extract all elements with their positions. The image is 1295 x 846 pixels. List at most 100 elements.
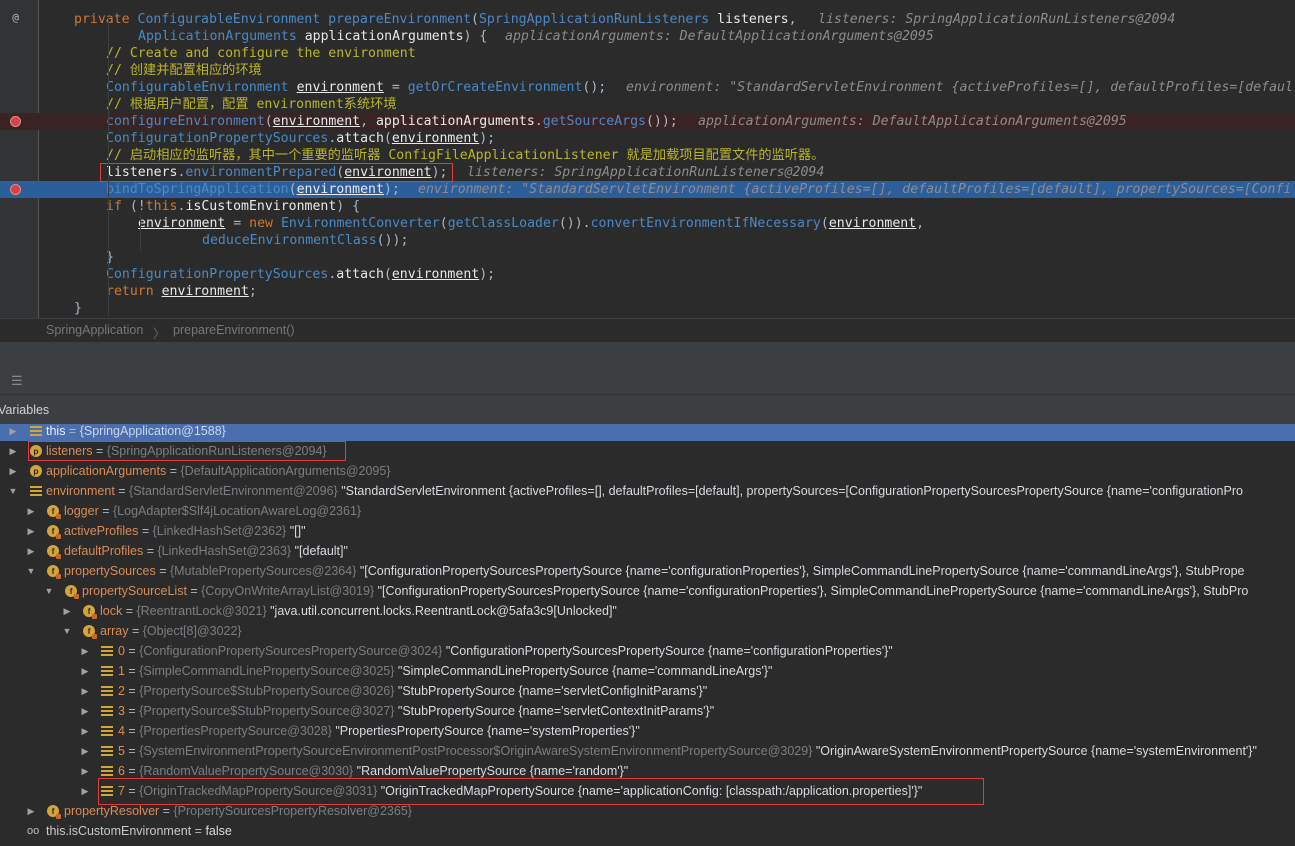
- breadcrumb-class[interactable]: SpringApplication: [46, 323, 143, 337]
- collapse-arrow-icon[interactable]: ▼: [44, 581, 54, 601]
- variable-row[interactable]: ▼ f propertySources = {MutablePropertySo…: [0, 561, 1295, 581]
- variable-type: {SystemEnvironmentPropertySourceEnvironm…: [139, 744, 813, 758]
- code-line: return environment;: [0, 283, 1295, 300]
- expand-arrow-icon[interactable]: ▶: [8, 424, 18, 441]
- code-text: ConfigurableEnvironment environment = ge…: [106, 80, 607, 95]
- array-element-row[interactable]: ▶ 7 = {OriginTrackedMapPropertySource@30…: [0, 778, 1295, 805]
- watch-row[interactable]: oo this.isCustomEnvironment = false: [0, 821, 1295, 841]
- code-comment: // 根据用户配置，配置 environment系统环境: [106, 97, 397, 112]
- variable-row[interactable]: ▶ f logger = {LogAdapter$Slf4jLocationAw…: [0, 501, 1295, 521]
- indent-guide: [108, 17, 109, 317]
- code-comment: // Create and configure the environment: [106, 46, 416, 61]
- code-line: ApplicationArguments applicationArgument…: [0, 28, 1295, 45]
- code-text: ConfigurationPropertySources.attach(envi…: [106, 267, 496, 282]
- expand-arrow-icon[interactable]: ▶: [26, 501, 36, 521]
- code-line: }: [0, 249, 1295, 266]
- parameter-icon: p: [30, 465, 42, 477]
- variable-name: environment: [46, 484, 115, 498]
- variable-row[interactable]: ▼ f array = {Object[8]@3022}: [0, 621, 1295, 641]
- field-list-icon: [30, 425, 42, 437]
- variable-row[interactable]: ▶ f propertyResolver = {PropertySourcesP…: [0, 801, 1295, 821]
- code-line: deduceEnvironmentClass());: [0, 232, 1295, 249]
- expand-arrow-icon[interactable]: ▶: [80, 701, 90, 721]
- code-text: configureEnvironment(environment, applic…: [106, 114, 678, 129]
- variable-row[interactable]: ▶ f activeProfiles = {LinkedHashSet@2362…: [0, 521, 1295, 541]
- variable-row[interactable]: ▶ f defaultProfiles = {LinkedHashSet@236…: [0, 541, 1295, 561]
- variable-row[interactable]: ▼ f propertySourceList = {CopyOnWriteArr…: [0, 581, 1295, 601]
- expand-arrow-icon[interactable]: ▶: [80, 721, 90, 741]
- override-marker-icon: @: [12, 11, 19, 24]
- variable-name: applicationArguments: [46, 464, 167, 478]
- variable-name: propertySourceList: [82, 584, 187, 598]
- variable-value: "[default]": [294, 544, 348, 558]
- collapse-arrow-icon[interactable]: ▼: [8, 481, 18, 501]
- variable-value: "java.util.concurrent.locks.ReentrantLoc…: [270, 604, 617, 618]
- field-list-icon: [101, 745, 113, 757]
- code-text: deduceEnvironmentClass());: [202, 233, 409, 248]
- breadcrumb-method[interactable]: prepareEnvironment(): [173, 323, 295, 337]
- variable-row[interactable]: ▶ p applicationArguments = {DefaultAppli…: [0, 461, 1295, 481]
- expand-arrow-icon[interactable]: ▶: [26, 521, 36, 541]
- code-line: @ private ConfigurableEnvironment prepar…: [0, 11, 1295, 28]
- variable-name: 4: [118, 724, 125, 738]
- expand-arrow-icon[interactable]: ▶: [26, 801, 36, 821]
- expand-arrow-icon[interactable]: ▶: [62, 601, 72, 621]
- code-line: // 创建并配置相应的环境: [0, 62, 1295, 79]
- array-element-row[interactable]: ▶ 5 = {SystemEnvironmentPropertySourceEn…: [0, 741, 1295, 761]
- variable-name: 2: [118, 684, 125, 698]
- variable-name: lock: [100, 604, 123, 618]
- variable-name: this: [46, 424, 66, 438]
- field-icon: f: [83, 625, 97, 639]
- variable-row[interactable]: ▶ p listeners = {SpringApplicationRunLis…: [0, 441, 1295, 461]
- variable-name: 0: [118, 644, 125, 658]
- expand-arrow-icon[interactable]: ▶: [80, 741, 90, 761]
- variable-name: 6: [118, 764, 125, 778]
- field-icon: f: [83, 605, 97, 619]
- variable-type: {PropertySource$StubPropertySource@3026}: [139, 684, 395, 698]
- indent-guide: [140, 215, 141, 251]
- code-line: // 根据用户配置，配置 environment系统环境: [0, 96, 1295, 113]
- highlight-box: [100, 163, 453, 182]
- code-line: ConfigurableEnvironment environment = ge…: [0, 79, 1295, 96]
- variable-name: propertySources: [64, 564, 156, 578]
- field-list-icon: [30, 485, 42, 497]
- array-element-row[interactable]: ▶ 2 = {PropertySource$StubPropertySource…: [0, 681, 1295, 701]
- variable-row[interactable]: ▶ this = {SpringApplication@1588}: [0, 424, 1295, 441]
- variable-name: logger: [64, 504, 99, 518]
- variable-value: false: [205, 824, 232, 838]
- code-comment: // 创建并配置相应的环境: [106, 63, 262, 78]
- collapse-arrow-icon[interactable]: ▼: [62, 621, 72, 641]
- array-element-row[interactable]: ▶ 4 = {PropertiesPropertySource@3028} "P…: [0, 721, 1295, 741]
- expand-arrow-icon[interactable]: ▶: [26, 541, 36, 561]
- variable-type: {SpringApplication@1588}: [79, 424, 226, 438]
- variables-header: Variables: [0, 395, 1295, 424]
- breakpoint-icon[interactable]: [10, 116, 21, 127]
- field-icon: f: [47, 545, 61, 559]
- expand-arrow-icon[interactable]: ▶: [80, 681, 90, 701]
- expand-arrow-icon[interactable]: ▶: [8, 441, 18, 461]
- array-element-row[interactable]: ▶ 3 = {PropertySource$StubPropertySource…: [0, 701, 1295, 721]
- array-element-row[interactable]: ▶ 0 = {ConfigurationPropertySourcesPrope…: [0, 641, 1295, 661]
- variable-type: {ReentrantLock@3021}: [136, 604, 267, 618]
- array-element-row[interactable]: ▶ 1 = {SimpleCommandLinePropertySource@3…: [0, 661, 1295, 681]
- breakpoint-icon[interactable]: [10, 184, 21, 195]
- restore-layout-icon[interactable]: ☰: [11, 374, 23, 389]
- variable-type: {LinkedHashSet@2362}: [152, 524, 287, 538]
- debug-panel-header: [0, 342, 1295, 370]
- variable-name: defaultProfiles: [64, 544, 144, 558]
- expand-arrow-icon[interactable]: ▶: [80, 761, 90, 781]
- expand-arrow-icon[interactable]: ▶: [80, 661, 90, 681]
- expand-arrow-icon[interactable]: ▶: [80, 641, 90, 661]
- variable-name: 3: [118, 704, 125, 718]
- variable-value: "RandomValuePropertySource {name='random…: [356, 764, 629, 778]
- variable-type: {PropertiesPropertySource@3028}: [139, 724, 332, 738]
- variable-type: {PropertySourcesPropertyResolver@2365}: [173, 804, 412, 818]
- variable-row[interactable]: ▼ environment = {StandardServletEnvironm…: [0, 481, 1295, 501]
- expand-arrow-icon[interactable]: ▶: [8, 461, 18, 481]
- variable-row[interactable]: ▶ f lock = {ReentrantLock@3021} "java.ut…: [0, 601, 1295, 621]
- collapse-arrow-icon[interactable]: ▼: [26, 561, 36, 581]
- code-editor[interactable]: @ private ConfigurableEnvironment prepar…: [0, 0, 1295, 318]
- variables-tree[interactable]: ▶ this = {SpringApplication@1588} ▶ p li…: [0, 424, 1295, 846]
- inline-debug-hint: listeners: SpringApplicationRunListeners…: [467, 165, 825, 180]
- expand-arrow-icon[interactable]: ▶: [80, 781, 90, 801]
